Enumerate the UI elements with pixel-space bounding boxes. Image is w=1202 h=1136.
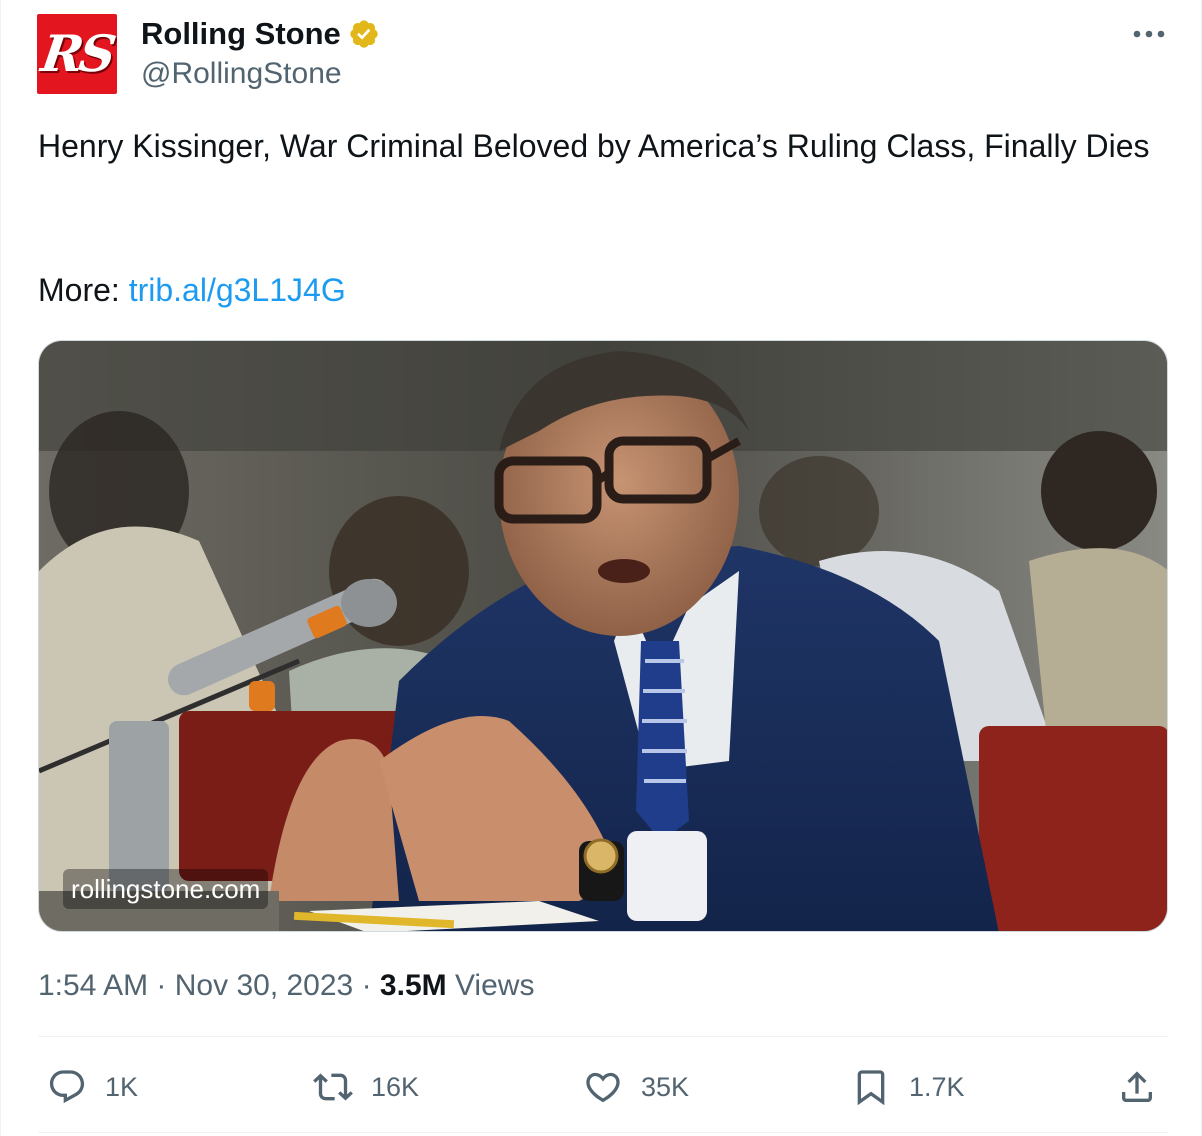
- article-link[interactable]: trib.al/g3L1J4G: [129, 272, 346, 308]
- media-source-label: rollingstone.com: [63, 869, 269, 909]
- divider: [38, 1132, 1168, 1133]
- like-button[interactable]: 35K: [583, 1062, 689, 1112]
- tweet-text: Henry Kissinger, War Criminal Beloved by…: [38, 122, 1168, 170]
- verified-badge-icon[interactable]: [348, 18, 380, 50]
- views-label: Views: [454, 969, 535, 1002]
- divider: [38, 1036, 1168, 1037]
- more-options-button[interactable]: [1129, 18, 1169, 50]
- repost-count: 16K: [371, 1071, 420, 1102]
- meta-separator: ·: [361, 969, 372, 1002]
- tweet-more-line: More: trib.al/g3L1J4G: [38, 266, 346, 314]
- heart-icon: [583, 1067, 623, 1107]
- tweet-time[interactable]: 1:54 AM: [38, 969, 148, 1002]
- tweet-card: RS Rolling Stone @RollingStone Henry Kis…: [0, 0, 1202, 1136]
- share-button[interactable]: [1117, 1062, 1157, 1112]
- repost-icon: [313, 1067, 353, 1107]
- bookmark-button[interactable]: 1.7K: [851, 1062, 965, 1112]
- photo-illustration: [39, 341, 1167, 931]
- views-count: 3.5M: [379, 969, 447, 1002]
- avatar-logo-text: RS: [38, 23, 116, 83]
- author-display-name[interactable]: Rolling Stone: [141, 16, 341, 52]
- tweet-date[interactable]: Nov 30, 2023: [175, 969, 353, 1002]
- author-handle[interactable]: @RollingStone: [141, 56, 342, 92]
- reply-icon: [47, 1067, 87, 1107]
- more-label: More:: [38, 272, 120, 308]
- tweet-headline: Henry Kissinger, War Criminal Beloved by…: [38, 128, 1150, 164]
- action-bar: 1K 16K 35K 1.7K: [1, 1062, 1202, 1112]
- more-options-icon: [1133, 30, 1165, 38]
- author-name-row: Rolling Stone: [141, 16, 380, 52]
- reply-button[interactable]: 1K: [47, 1062, 138, 1112]
- tweet-meta: 1:54 AM · Nov 30, 2023 · 3.5M Views: [38, 966, 534, 1006]
- repost-button[interactable]: 16K: [313, 1062, 419, 1112]
- media-photo[interactable]: rollingstone.com: [38, 340, 1168, 932]
- like-count: 35K: [641, 1071, 690, 1102]
- share-icon: [1117, 1067, 1157, 1107]
- bookmark-count: 1.7K: [909, 1071, 965, 1102]
- bookmark-icon: [851, 1067, 891, 1107]
- meta-separator: ·: [156, 969, 167, 1002]
- reply-count: 1K: [105, 1071, 139, 1102]
- avatar[interactable]: RS: [37, 14, 117, 94]
